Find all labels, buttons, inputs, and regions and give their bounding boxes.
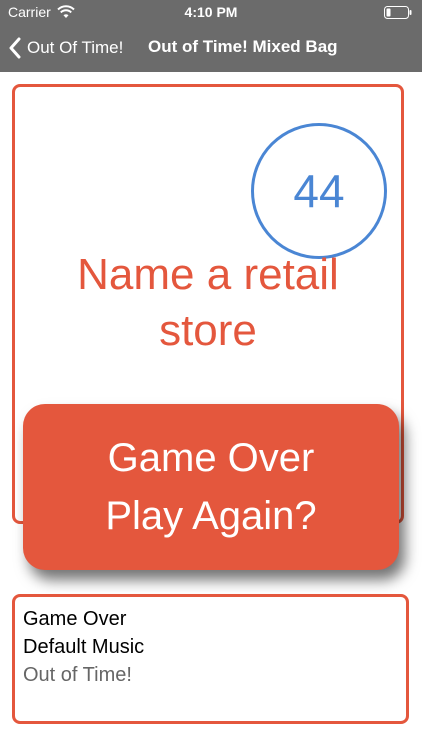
timer-badge: 44 [251,123,387,259]
info-status: Game Over [23,608,127,630]
status-time: 4:10 PM [184,4,238,20]
info-game-name: Out of Time! [23,664,132,686]
nav-bar: Out Of Time! Out of Time! Mixed Bag [0,24,422,72]
game-over-label: Game Over [107,436,315,480]
chevron-left-icon [9,37,21,59]
play-again-label: Play Again? [105,494,317,538]
info-panel: Game Over Default Music Out of Time! [12,594,409,724]
prompt-text: Name a retail store [77,250,339,355]
back-button[interactable]: Out Of Time! [8,34,123,62]
info-music: Default Music [23,636,145,658]
nav-title: Out of Time! Mixed Bag [148,37,338,56]
play-again-button[interactable]: Game Over Play Again? [23,404,399,570]
battery-icon [384,6,412,19]
back-label: Out Of Time! [27,38,124,57]
status-bar: Carrier 4:10 PM [0,0,422,24]
timer-value: 44 [293,165,345,217]
